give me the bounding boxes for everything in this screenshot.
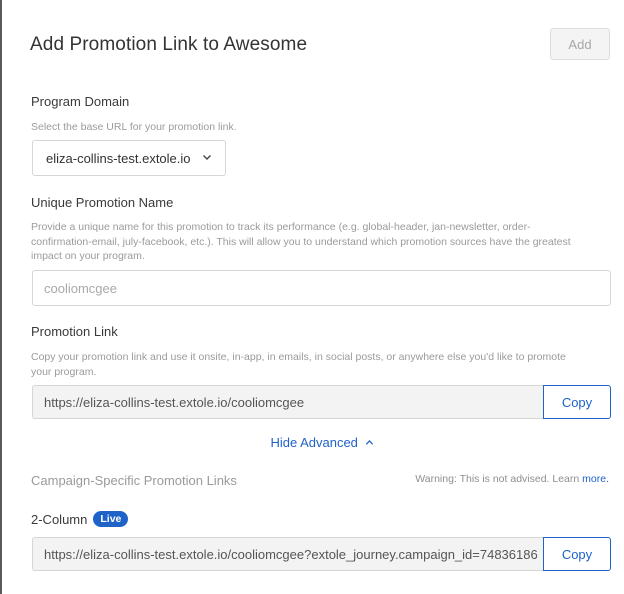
warning-text: Warning: This is not advised. Learn bbox=[415, 473, 583, 485]
campaign-name: 2-Column bbox=[31, 511, 88, 527]
campaign-links-warning: Warning: This is not advised. Learn more… bbox=[415, 473, 609, 485]
campaign-links-label: Campaign-Specific Promotion Links bbox=[31, 473, 237, 488]
program-domain-select[interactable]: eliza-collins-test.extole.io bbox=[32, 140, 226, 176]
help-line: confirmation-email, july-facebook, etc.)… bbox=[31, 235, 571, 248]
program-domain-help: Select the base URL for your promotion l… bbox=[31, 121, 237, 133]
hide-advanced-label: Hide Advanced bbox=[270, 435, 358, 450]
help-line: Copy your promotion link and use it onsi… bbox=[31, 351, 566, 363]
promotion-link-label: Promotion Link bbox=[31, 324, 118, 339]
hide-advanced-toggle[interactable]: Hide Advanced bbox=[2, 435, 624, 450]
help-line: impact on your program. bbox=[31, 250, 145, 262]
add-button[interactable]: Add bbox=[550, 28, 610, 60]
page-title: Add Promotion Link to Awesome bbox=[30, 34, 308, 55]
learn-more-link[interactable]: more. bbox=[582, 473, 609, 485]
chevron-down-icon bbox=[203, 155, 211, 160]
status-badge: Live bbox=[93, 511, 129, 527]
program-domain-selected: eliza-collins-test.extole.io bbox=[46, 150, 191, 166]
help-line: your program. bbox=[31, 365, 97, 378]
copy-promotion-link-button[interactable]: Copy bbox=[543, 385, 611, 419]
promotion-link-help: Copy your promotion link and use it onsi… bbox=[31, 350, 566, 379]
promotion-name-value: cooliomcgee bbox=[44, 280, 117, 296]
promotion-name-label: Unique Promotion Name bbox=[31, 195, 174, 210]
promotion-link-field[interactable]: https://eliza-collins-test.extole.io/coo… bbox=[32, 385, 543, 419]
campaign-name-row: 2-Column Live bbox=[31, 511, 129, 527]
add-promotion-link-panel: Add Promotion Link to Awesome Add Progra… bbox=[0, 0, 624, 594]
help-line: Provide a unique name for this promotion… bbox=[31, 221, 531, 233]
copy-campaign-link-button[interactable]: Copy bbox=[543, 537, 611, 571]
program-domain-label: Program Domain bbox=[31, 94, 130, 109]
promotion-link-url: https://eliza-collins-test.extole.io/coo… bbox=[44, 394, 305, 410]
promotion-name-input[interactable]: cooliomcgee bbox=[32, 270, 611, 306]
chevron-up-icon bbox=[365, 440, 373, 445]
promotion-name-help: Provide a unique name for this promotion… bbox=[31, 220, 571, 264]
campaign-link-url: https://eliza-collins-test.extole.io/coo… bbox=[44, 546, 538, 562]
campaign-link-field[interactable]: https://eliza-collins-test.extole.io/coo… bbox=[32, 537, 543, 571]
